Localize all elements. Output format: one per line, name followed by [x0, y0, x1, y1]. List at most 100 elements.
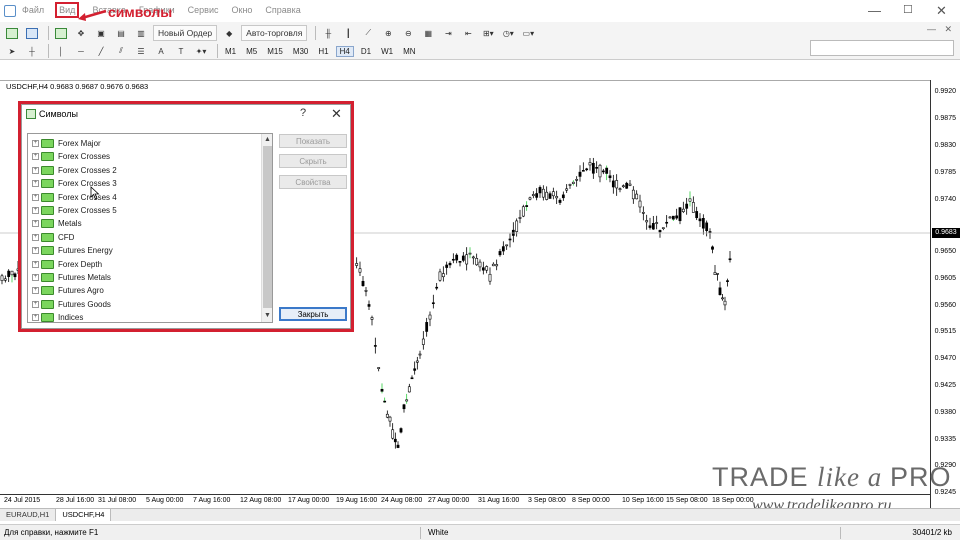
- timeframe-h4[interactable]: H4: [335, 45, 354, 57]
- tree-item[interactable]: + Metals: [32, 217, 82, 230]
- candle-chart-icon[interactable]: ┃: [340, 25, 356, 41]
- toolbar-divider: [48, 26, 49, 40]
- timeframe-m5[interactable]: M5: [243, 47, 260, 56]
- shapes-tool-icon[interactable]: ✦▾: [193, 43, 209, 59]
- symbols-tree[interactable]: ▲ ▼ + Forex Major + Forex Crosses + Forex Cro…: [27, 133, 273, 323]
- dialog-close-button[interactable]: ✕: [331, 106, 342, 122]
- candle-body: [711, 246, 714, 250]
- scroll-up-icon[interactable]: ▲: [264, 136, 271, 143]
- chart-shift-icon[interactable]: ⇤: [460, 25, 476, 41]
- templates-icon[interactable]: ▭▾: [520, 25, 536, 41]
- timeframe-w1[interactable]: W1: [378, 47, 396, 56]
- timeframe-mn[interactable]: MN: [400, 47, 418, 56]
- crosshair-nav-icon[interactable]: ✥: [73, 25, 89, 41]
- menu-tools[interactable]: Сервис: [188, 5, 219, 18]
- tree-item[interactable]: + Futures Metals: [32, 271, 111, 284]
- text-tool-icon[interactable]: A: [153, 43, 169, 59]
- candle-body: [598, 164, 602, 178]
- timeframe-d1[interactable]: D1: [358, 47, 374, 56]
- tree-item[interactable]: + Forex Major: [32, 137, 101, 150]
- expand-icon[interactable]: +: [32, 287, 39, 295]
- zoom-in-icon[interactable]: ⊕: [380, 25, 396, 41]
- tree-item[interactable]: + Forex Crosses 2: [32, 164, 117, 177]
- menu-file[interactable]: Файл: [22, 5, 44, 18]
- label-tool-icon[interactable]: T: [173, 43, 189, 59]
- menu-window[interactable]: Окно: [232, 5, 253, 18]
- search-input[interactable]: [810, 40, 954, 56]
- new-chart-button[interactable]: [4, 25, 20, 41]
- title-bar: Файл Вид Вставка Графики Сервис Окно Спр…: [0, 0, 960, 22]
- tab-euraud[interactable]: EURAUD,H1: [0, 509, 57, 521]
- hide-button[interactable]: Скрыть: [279, 154, 347, 168]
- tab-usdchf[interactable]: USDCHF,H4: [56, 509, 112, 521]
- expand-icon[interactable]: +: [32, 314, 39, 322]
- crosshair-tool-icon[interactable]: ┼: [24, 43, 40, 59]
- candle-body: [435, 286, 439, 289]
- show-button[interactable]: Показать: [279, 134, 347, 148]
- menu-help[interactable]: Справка: [265, 5, 300, 18]
- meta-editor-icon[interactable]: ◆: [221, 25, 237, 41]
- cursor-tool-icon[interactable]: ➤: [4, 43, 20, 59]
- maximize-button[interactable]: ☐: [903, 3, 913, 16]
- expand-icon[interactable]: +: [32, 260, 39, 268]
- terminal-icon[interactable]: ▤: [113, 25, 129, 41]
- navigator-icon[interactable]: ▣: [93, 25, 109, 41]
- horizontal-line-icon[interactable]: ─: [73, 43, 89, 59]
- scroll-down-icon[interactable]: ▼: [264, 312, 271, 319]
- timeframe-m15[interactable]: M15: [264, 47, 286, 56]
- candle-body: [675, 215, 679, 219]
- timeframe-m1[interactable]: M1: [222, 47, 239, 56]
- periods-icon[interactable]: ◷▾: [500, 25, 516, 41]
- tile-windows-icon[interactable]: ▦: [420, 25, 436, 41]
- expand-icon[interactable]: +: [32, 207, 39, 214]
- expand-icon[interactable]: +: [32, 166, 39, 174]
- autoscroll-icon[interactable]: ⇥: [440, 25, 456, 41]
- indicators-icon[interactable]: ⊞▾: [480, 25, 496, 41]
- tree-item[interactable]: + Indices: [32, 311, 83, 322]
- tree-item[interactable]: + Forex Crosses 3: [32, 177, 117, 190]
- chart-info: USDCHF,H4 0.9683 0.9687 0.9676 0.9683: [6, 82, 149, 91]
- expand-icon[interactable]: +: [32, 220, 39, 228]
- expand-icon[interactable]: +: [32, 233, 39, 241]
- tree-item[interactable]: + Futures Agro: [32, 284, 104, 297]
- vertical-line-icon[interactable]: │: [53, 43, 69, 59]
- dialog-title-bar[interactable]: Символы ? ✕: [22, 105, 350, 125]
- scrollbar-thumb[interactable]: [263, 146, 272, 308]
- tree-item[interactable]: + Futures Energy: [32, 244, 113, 257]
- bar-chart-icon[interactable]: ╫: [320, 25, 336, 41]
- expand-icon[interactable]: +: [32, 247, 39, 255]
- close-button[interactable]: ✕: [936, 3, 947, 19]
- expand-icon[interactable]: +: [32, 193, 39, 201]
- inner-minimize-button[interactable]: —: [927, 24, 936, 34]
- trendline-icon[interactable]: ╱: [93, 43, 109, 59]
- tree-item[interactable]: + Futures Goods: [32, 298, 111, 311]
- fibonacci-icon[interactable]: ☰: [133, 43, 149, 59]
- profiles-button[interactable]: [24, 25, 40, 41]
- new-order-button[interactable]: Новый Ордер: [153, 25, 218, 41]
- channel-icon[interactable]: ⫽: [113, 43, 129, 59]
- expand-icon[interactable]: +: [32, 300, 39, 308]
- help-button[interactable]: ?: [300, 107, 306, 119]
- expand-icon[interactable]: +: [32, 180, 39, 188]
- expand-icon[interactable]: +: [32, 153, 39, 161]
- autotrade-button[interactable]: Авто-торговля: [241, 25, 308, 41]
- line-chart-icon[interactable]: ⟋: [360, 25, 376, 41]
- timeframe-h1[interactable]: H1: [315, 47, 331, 56]
- tree-item[interactable]: + Forex Crosses: [32, 150, 110, 163]
- timeframe-m30[interactable]: M30: [290, 47, 312, 56]
- tree-item[interactable]: + Forex Crosses 4: [32, 191, 117, 204]
- properties-button[interactable]: Свойства: [279, 175, 347, 189]
- tree-item[interactable]: + CFD: [32, 231, 74, 244]
- zoom-out-icon[interactable]: ⊖: [400, 25, 416, 41]
- minimize-button[interactable]: —: [868, 3, 881, 18]
- tester-icon[interactable]: ▥: [133, 25, 149, 41]
- expand-icon[interactable]: +: [32, 140, 39, 147]
- dialog-close-action-button[interactable]: Закрыть: [279, 307, 347, 321]
- tree-scrollbar[interactable]: ▲ ▼: [261, 134, 272, 322]
- inner-close-button[interactable]: ✕: [944, 24, 952, 35]
- tree-item[interactable]: + Forex Crosses 5: [32, 204, 117, 217]
- tree-item[interactable]: + Forex Depth: [32, 258, 102, 271]
- expand-icon[interactable]: +: [32, 274, 39, 281]
- mouse-cursor-icon: [90, 186, 100, 200]
- market-watch-button[interactable]: [53, 25, 69, 41]
